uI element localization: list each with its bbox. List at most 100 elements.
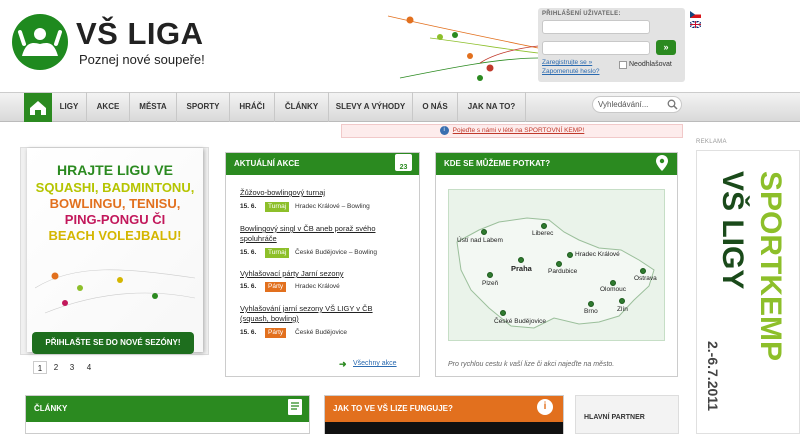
events-title: AKTUÁLNÍ AKCE bbox=[226, 153, 419, 175]
map-title: KDE SE MŮŽEME POTKAT? bbox=[436, 153, 677, 175]
map-pin-liberec[interactable] bbox=[541, 223, 547, 229]
ad-label: REKLAMA bbox=[696, 139, 727, 145]
promo-text[interactable]: Pojeďte s námi v létě na SPORTOVNÍ KEMP! bbox=[453, 127, 585, 134]
city-brno[interactable]: Brno bbox=[584, 308, 598, 315]
city-ostrava[interactable]: Ostrava bbox=[634, 275, 657, 282]
map-pin-hradec[interactable] bbox=[567, 252, 573, 258]
calendar-icon: 23 bbox=[395, 154, 412, 171]
event-tag: Turnaj bbox=[265, 248, 290, 258]
nav-jak-na-to[interactable]: JAK NA TO? bbox=[458, 92, 526, 122]
how-it-works-box: JAK TO VE VŠ LIZE FUNGUJE? bbox=[324, 395, 564, 434]
remember-label: Neodhlašovat bbox=[629, 61, 672, 68]
event-location: Hradec Králové – Bowling bbox=[295, 203, 370, 210]
city-pardubice[interactable]: Pardubice bbox=[548, 268, 577, 275]
nav-sporty[interactable]: SPORTY bbox=[177, 92, 230, 122]
info-icon: i bbox=[537, 399, 553, 415]
all-events-link[interactable]: Všechny akce bbox=[353, 360, 397, 367]
logo-title[interactable]: VŠ LIGA bbox=[76, 16, 204, 52]
city-zlin[interactable]: Zlín bbox=[617, 306, 628, 313]
city-hradec[interactable]: Hradec Králové bbox=[575, 251, 620, 258]
promo-banner[interactable]: HRAJTE LIGU VE SQUASHI, BADMINTONU, BOWL… bbox=[20, 147, 209, 355]
event-date: 15. 6. bbox=[240, 203, 257, 210]
ad-banner[interactable]: SPORTKEMP VŠ LIGY 2.-6.7.2011 bbox=[696, 150, 800, 434]
city-olomouc[interactable]: Olomouc bbox=[600, 286, 626, 293]
banner-line-5: BEACH VOLEJBALU! bbox=[48, 228, 182, 243]
video-placeholder[interactable] bbox=[325, 422, 563, 434]
nav-hraci[interactable]: HRÁČI bbox=[230, 92, 275, 122]
event-date: 15. 6. bbox=[240, 329, 257, 336]
map-pin-pardubice[interactable] bbox=[556, 261, 562, 267]
register-link[interactable]: Zaregistrujte se » bbox=[542, 59, 592, 66]
nav-mesta[interactable]: MĚSTA bbox=[130, 92, 177, 122]
nav-clanky[interactable]: ČLÁNKY bbox=[275, 92, 329, 122]
event-date: 15. 6. bbox=[240, 249, 257, 256]
city-liberec[interactable]: Liberec bbox=[532, 230, 553, 237]
banner-dots-decoration bbox=[35, 269, 195, 314]
password-input[interactable] bbox=[542, 41, 650, 55]
pagination-1[interactable]: 1 bbox=[33, 361, 47, 374]
articles-title: ČLÁNKY bbox=[26, 396, 309, 422]
event-title[interactable]: Bowlingový singl v ČB aneb poraž svého bbox=[240, 224, 376, 233]
location-pin-icon bbox=[656, 155, 668, 173]
pagination-2[interactable]: 2 bbox=[49, 361, 63, 374]
event-tag: Párty bbox=[265, 328, 287, 338]
flag-en-icon[interactable] bbox=[689, 20, 702, 29]
logo-subtitle: Poznej nové soupeře! bbox=[79, 52, 205, 67]
username-input[interactable] bbox=[542, 20, 650, 34]
event-tag: Turnaj bbox=[265, 202, 290, 212]
partner-box: HLAVNÍ PARTNER bbox=[575, 395, 679, 434]
event-title[interactable]: Žůžovo-bowlingový turnaj bbox=[240, 188, 325, 197]
partner-title: HLAVNÍ PARTNER bbox=[584, 414, 645, 421]
banner-line-1: HRAJTE LIGU VE bbox=[57, 162, 173, 178]
pagination-3[interactable]: 3 bbox=[65, 361, 79, 374]
event-tag: Párty bbox=[265, 282, 287, 292]
logo-icon[interactable] bbox=[12, 14, 68, 70]
city-plzen[interactable]: Plzeň bbox=[482, 280, 498, 287]
map-pin-brno[interactable] bbox=[588, 301, 594, 307]
articles-box: ČLÁNKY bbox=[25, 395, 310, 434]
event-title-cont[interactable]: spoluhráče bbox=[240, 234, 277, 243]
pagination-4[interactable]: 4 bbox=[82, 361, 96, 374]
ad-line-1: SPORTKEMP bbox=[754, 171, 787, 362]
event-location: Hradec Králové bbox=[295, 283, 340, 290]
event-title-cont[interactable]: (squash, bowling) bbox=[240, 314, 299, 323]
ad-line-2: VŠ LIGY bbox=[716, 171, 749, 290]
search-icon[interactable] bbox=[667, 99, 678, 112]
arrow-right-icon: ➜ bbox=[339, 359, 347, 369]
remember-checkbox[interactable] bbox=[619, 61, 627, 69]
city-ceske-budejovice[interactable]: České Budějovice bbox=[494, 318, 546, 325]
banner-line-2: SQUASHI, BADMINTONU, bbox=[35, 180, 195, 195]
flag-cz-icon[interactable] bbox=[690, 11, 701, 18]
event-location: České Budějovice bbox=[295, 329, 348, 336]
how-it-works-title: JAK TO VE VŠ LIZE FUNGUJE? bbox=[325, 396, 563, 422]
signup-button[interactable]: PŘIHLAŠTE SE DO NOVÉ SEZÓNY! bbox=[32, 332, 194, 354]
event-title[interactable]: Vyhlašování jarní sezony VŠ LIGY v ČB bbox=[240, 304, 373, 313]
map-pin-ceske-budejovice[interactable] bbox=[500, 310, 506, 316]
banner-line-4: PING-PONGU ČI bbox=[64, 212, 166, 227]
nav-ligy[interactable]: LIGY bbox=[52, 92, 87, 122]
map-pin-praha[interactable] bbox=[518, 257, 524, 263]
nav-akce[interactable]: AKCE bbox=[87, 92, 130, 122]
map-pin-usti[interactable] bbox=[481, 229, 487, 235]
map-caption: Pro rychlou cestu k vaší lize či akci na… bbox=[448, 361, 615, 368]
info-icon: i bbox=[439, 125, 449, 135]
forgot-password-link[interactable]: Zapomenuté heslo? bbox=[542, 68, 599, 75]
login-label: PŘIHLÁŠENÍ UŽIVATELE: bbox=[542, 11, 621, 17]
map-pin-zlin[interactable] bbox=[619, 298, 625, 304]
decorative-lines bbox=[387, 15, 539, 81]
event-location: České Budějovice – Bowling bbox=[295, 249, 378, 256]
banner-line-3: BOWLINGU, TENISU, bbox=[49, 196, 181, 211]
map-pin-plzen[interactable] bbox=[487, 272, 493, 278]
event-date: 15. 6. bbox=[240, 283, 257, 290]
home-icon[interactable] bbox=[24, 93, 52, 122]
login-panel: PŘIHLÁŠENÍ UŽIVATELE: » Zaregistrujte se… bbox=[538, 8, 685, 82]
city-praha[interactable]: Praha bbox=[511, 264, 532, 273]
promo-bar[interactable]: i Pojeďte s námi v létě na SPORTOVNÍ KEMP… bbox=[341, 124, 683, 138]
nav-o-nas[interactable]: O NÁS bbox=[413, 92, 458, 122]
login-button[interactable]: » bbox=[656, 40, 676, 55]
map-pin-ostrava[interactable] bbox=[640, 268, 646, 274]
city-usti[interactable]: Ústí nad Labem bbox=[457, 237, 503, 244]
document-icon bbox=[288, 399, 302, 415]
event-title[interactable]: Vyhlašovací párty Jarní sezony bbox=[240, 269, 344, 278]
nav-slevy[interactable]: SLEVY A VÝHODY bbox=[329, 92, 413, 122]
